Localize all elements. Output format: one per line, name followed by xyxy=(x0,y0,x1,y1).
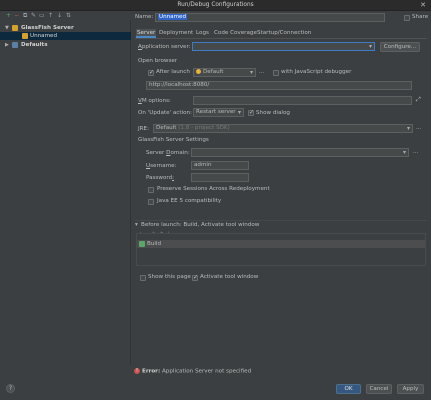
name-label: Name: xyxy=(135,14,154,20)
java-ee5-checkbox[interactable] xyxy=(148,199,154,205)
configure-button[interactable]: Configure... xyxy=(380,42,420,52)
sort-icon[interactable]: ⇅ xyxy=(66,12,71,19)
cancel-button[interactable]: Cancel xyxy=(366,384,392,394)
username-field[interactable]: admin xyxy=(191,161,249,170)
tab-divider xyxy=(135,38,427,39)
before-launch-divider xyxy=(135,220,427,221)
tree-item-glassfish-server[interactable]: ▼ GlassFish Server xyxy=(0,24,131,32)
server-domain-select[interactable] xyxy=(191,148,409,157)
server-domain-more-button[interactable]: ... xyxy=(413,149,418,155)
before-launch-item-label: Build xyxy=(147,241,162,247)
error-prefix: Error: xyxy=(142,368,161,375)
tab-logs[interactable]: Logs xyxy=(195,29,210,38)
name-field-value: Unnamed xyxy=(158,14,188,20)
java-ee5-label: Java EE 5 compatibility xyxy=(157,198,222,204)
tree-item-defaults[interactable]: ▶ Defaults xyxy=(0,41,131,49)
browser-icon xyxy=(196,69,201,74)
vm-options-field[interactable] xyxy=(193,96,412,105)
close-icon[interactable]: ✕ xyxy=(420,1,426,9)
tree-item-unnamed[interactable]: Unnamed xyxy=(0,32,131,40)
title-bar: Run/Debug Configurations ✕ xyxy=(0,0,431,11)
expand-icon[interactable]: ⤢ xyxy=(416,96,421,104)
move-down-icon[interactable]: ↓ xyxy=(57,12,62,19)
remove-icon[interactable]: − xyxy=(14,12,19,19)
browser-value: Default xyxy=(203,69,224,75)
show-this-page-checkbox[interactable] xyxy=(140,275,146,281)
jre-label: JRE: xyxy=(138,126,149,132)
on-update-select[interactable]: Restart server xyxy=(193,108,244,117)
show-dialog-label: Show dialog xyxy=(256,110,290,116)
tree-defaults-label: Defaults xyxy=(21,42,48,48)
server-domain-label: Server Domain: xyxy=(146,150,190,156)
copy-icon[interactable]: ⧉ xyxy=(23,12,27,19)
left-toolbar: + − ⧉ ✎ ▭ ↑ ↓ ⇅ xyxy=(0,11,131,20)
tab-server[interactable]: Server xyxy=(136,29,157,38)
folder-icon[interactable]: ▭ xyxy=(39,12,45,19)
activate-tool-window-checkbox[interactable] xyxy=(192,274,198,281)
share-label: Share xyxy=(412,14,429,20)
app-server-select[interactable] xyxy=(192,42,375,51)
move-up-icon[interactable]: ↑ xyxy=(48,12,53,19)
password-label: Password: xyxy=(146,175,175,181)
preserve-sessions-label: Preserve Sessions Across Redeployment xyxy=(157,186,270,192)
password-field[interactable] xyxy=(191,173,249,182)
defaults-icon xyxy=(12,42,18,48)
error-icon: ! xyxy=(134,368,140,374)
list-item[interactable]: Build xyxy=(137,240,425,248)
tab-deployment[interactable]: Deployment xyxy=(158,29,194,38)
before-launch-label: Before launch: Build, Activate tool wind… xyxy=(141,222,260,228)
chevron-right-icon[interactable]: ▶ xyxy=(5,41,9,49)
app-server-label: Application server: xyxy=(138,44,191,50)
jre-hint: (1.8 - project SDK) xyxy=(178,125,230,131)
add-icon[interactable]: + xyxy=(6,12,11,19)
jre-select[interactable]: Default (1.8 - project SDK) xyxy=(153,124,413,133)
browser-select[interactable]: Default xyxy=(193,68,256,77)
browser-more-button[interactable]: ... xyxy=(259,69,264,75)
browser-url-field[interactable]: http://localhost:8080/ xyxy=(146,81,412,90)
open-browser-section: Open browser xyxy=(138,58,178,64)
edit-icon[interactable]: ✎ xyxy=(31,12,36,19)
after-launch-checkbox[interactable] xyxy=(148,69,154,76)
configuration-tree: ▼ GlassFish Server Unnamed ▶ Defaults xyxy=(0,20,131,365)
configuration-panel: Name: Unnamed Share Server Deployment Logs… xyxy=(132,11,431,366)
window-title: Run/Debug Configurations xyxy=(177,2,254,8)
jre-value: Default xyxy=(156,125,177,131)
tab-code-coverage[interactable]: Code Coverage xyxy=(213,29,258,38)
show-this-page-label: Show this page xyxy=(148,274,191,280)
apply-button[interactable]: Apply xyxy=(397,384,424,394)
glassfish-icon xyxy=(12,25,18,31)
chevron-down-icon[interactable]: ▼ xyxy=(5,24,9,32)
preserve-sessions-checkbox[interactable] xyxy=(148,187,154,193)
js-debugger-checkbox[interactable] xyxy=(273,70,279,76)
before-launch-toggle-icon[interactable]: ▾ xyxy=(135,222,138,228)
after-launch-label: After launch xyxy=(156,69,190,75)
error-message: ! Error: Application Server not specified xyxy=(134,368,251,375)
name-field[interactable]: Unnamed xyxy=(155,13,385,22)
vm-options-label: VM options: xyxy=(138,98,171,104)
dialog-footer: ! Error: Application Server not specified… xyxy=(0,366,431,400)
username-label: Username: xyxy=(146,163,177,169)
share-checkbox[interactable] xyxy=(404,15,410,21)
glassfish-settings-section: GlassFish Server Settings xyxy=(138,137,209,143)
show-dialog-checkbox[interactable] xyxy=(248,109,254,116)
tree-group-label: GlassFish Server xyxy=(21,25,74,31)
before-launch-list: Build xyxy=(136,233,426,266)
help-icon[interactable]: ? xyxy=(6,384,15,393)
js-debugger-label: with JavaScript debugger xyxy=(281,69,352,75)
tab-startup-connection[interactable]: Startup/Connection xyxy=(256,29,312,38)
error-text: Application Server not specified xyxy=(161,368,252,375)
glassfish-icon xyxy=(22,33,28,39)
tree-item-label: Unnamed xyxy=(30,33,58,39)
ok-button[interactable]: OK xyxy=(336,384,361,394)
jre-more-button[interactable]: ... xyxy=(416,125,421,131)
build-icon xyxy=(139,241,145,247)
on-update-label: On 'Update' action: xyxy=(138,110,192,116)
activate-tool-window-label: Activate tool window xyxy=(200,274,259,280)
